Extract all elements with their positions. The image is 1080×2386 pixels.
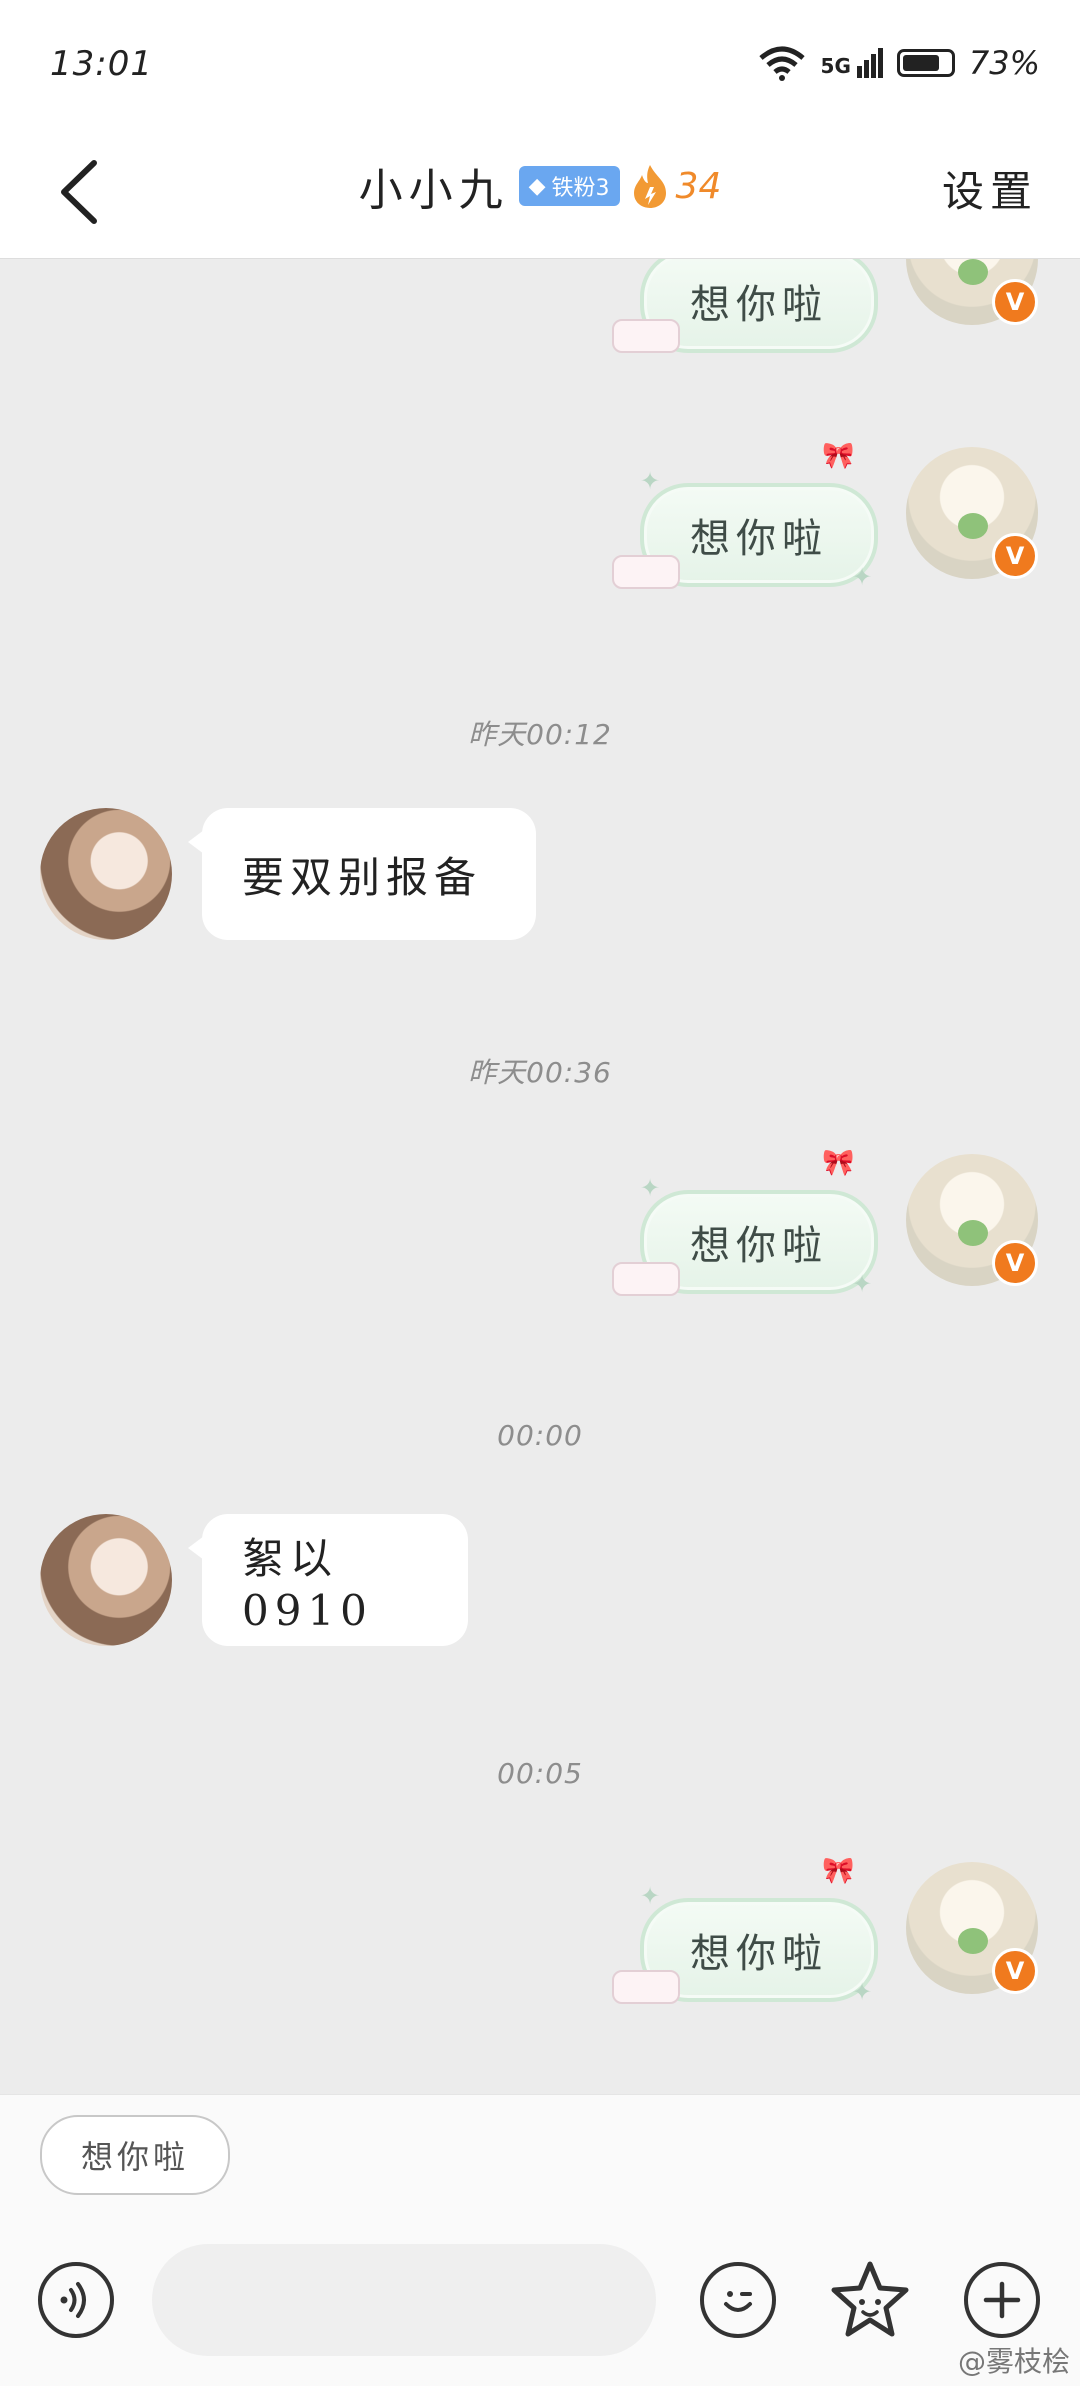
message-text: 絮以0910 bbox=[242, 1534, 373, 1635]
voice-icon bbox=[60, 2282, 86, 2318]
sparkle-icon: ✦ bbox=[852, 1978, 873, 2006]
sticker-icon bbox=[831, 2261, 909, 2337]
sticker-text: 想你啦 bbox=[690, 1223, 828, 1269]
bow-icon: 🎀 bbox=[822, 441, 855, 471]
sparkle-icon: ✦ bbox=[640, 467, 661, 495]
text-bubble[interactable]: 要双别报备 bbox=[188, 808, 536, 940]
verified-badge-icon: V bbox=[992, 1948, 1038, 1994]
input-bar: @雾枝桧 bbox=[0, 2224, 1080, 2386]
sticker-tag bbox=[612, 555, 680, 589]
battery-percent: 73% bbox=[968, 44, 1040, 82]
message-item: 🎀 ✦ 想你啦 ✦ V bbox=[0, 441, 1080, 647]
watermark: @雾枝桧 bbox=[957, 2345, 1070, 2378]
message-timestamp: 昨天00:36 bbox=[468, 1056, 612, 1089]
message-timestamp: 昨天00:12 bbox=[468, 718, 612, 751]
status-icons: 5G 73% bbox=[757, 44, 1040, 82]
status-bar: 13:01 5G 73% bbox=[0, 0, 1080, 130]
status-time: 13:01 bbox=[50, 44, 153, 84]
sparkle-icon: ✦ bbox=[852, 1270, 873, 1298]
sparkle-icon: ✦ bbox=[852, 563, 873, 591]
message-timestamp: 00:05 bbox=[497, 1757, 583, 1790]
settings-button[interactable]: 设置 bbox=[942, 158, 1038, 219]
verified-badge-icon: V bbox=[992, 533, 1038, 579]
wifi-icon bbox=[758, 46, 805, 81]
contact-avatar[interactable] bbox=[40, 1514, 172, 1646]
sticker-text: 想你啦 bbox=[690, 516, 828, 562]
network-type: 5G bbox=[820, 54, 851, 78]
emoji-button[interactable] bbox=[700, 2262, 776, 2338]
quick-reply-bar: 想你啦 bbox=[0, 2094, 1080, 2225]
sparkle-icon: ✦ bbox=[640, 1174, 661, 1202]
sticker-tag bbox=[612, 319, 680, 353]
message-item: 🎀 ✦ 想你啦 ✦ V bbox=[0, 1148, 1080, 1354]
message-list[interactable]: 想你啦 V 🎀 ✦ 想你啦 ✦ V 昨天00:12 要双别报备 昨天00:36 … bbox=[0, 259, 1080, 2093]
battery-icon bbox=[896, 49, 955, 77]
message-item: 想你啦 V bbox=[0, 259, 1080, 369]
fire-icon bbox=[633, 165, 666, 208]
diamond-icon: ◆ bbox=[528, 173, 546, 199]
sticker-text: 想你啦 bbox=[690, 1931, 828, 1977]
add-icon bbox=[983, 2281, 1021, 2319]
sticker-tag bbox=[612, 1970, 680, 2004]
message-timestamp: 00:00 bbox=[497, 1419, 583, 1452]
fan-badge-label: 铁粉3 bbox=[551, 176, 610, 201]
contact-avatar[interactable] bbox=[40, 808, 172, 940]
add-button[interactable] bbox=[964, 2262, 1040, 2338]
header-title-group: 小小九 ◆ 铁粉3 34 bbox=[0, 154, 1080, 218]
bow-icon: 🎀 bbox=[822, 1148, 855, 1178]
contact-name[interactable]: 小小九 bbox=[359, 154, 509, 218]
quick-reply-chip[interactable]: 想你啦 bbox=[40, 2115, 230, 2195]
emoji-icon bbox=[724, 2291, 752, 2312]
spark-streak[interactable]: 34 bbox=[630, 163, 722, 209]
sticker-button[interactable] bbox=[828, 2258, 912, 2342]
message-item: 要双别报备 bbox=[0, 808, 1080, 948]
text-bubble[interactable]: 絮以0910 bbox=[188, 1514, 468, 1646]
fan-badge[interactable]: ◆ 铁粉3 bbox=[518, 166, 620, 206]
sparkle-icon: ✦ bbox=[640, 1882, 661, 1910]
bow-icon: 🎀 bbox=[822, 1856, 855, 1886]
verified-badge-icon: V bbox=[992, 279, 1038, 325]
voice-button[interactable] bbox=[38, 2262, 114, 2338]
chat-header: 小小九 ◆ 铁粉3 34 设置 bbox=[0, 130, 1080, 259]
message-item: 絮以0910 bbox=[0, 1514, 1080, 1654]
cellular-icon: 5G bbox=[821, 48, 883, 78]
message-item: 🎀 ✦ 想你啦 ✦ V bbox=[0, 1856, 1080, 2062]
sticker-text: 想你啦 bbox=[690, 282, 828, 328]
verified-badge-icon: V bbox=[992, 1240, 1038, 1286]
sticker-tag bbox=[612, 1262, 680, 1296]
message-text: 要双别报备 bbox=[242, 852, 483, 902]
message-input[interactable] bbox=[152, 2244, 656, 2356]
fire-count-value: 34 bbox=[675, 165, 722, 207]
